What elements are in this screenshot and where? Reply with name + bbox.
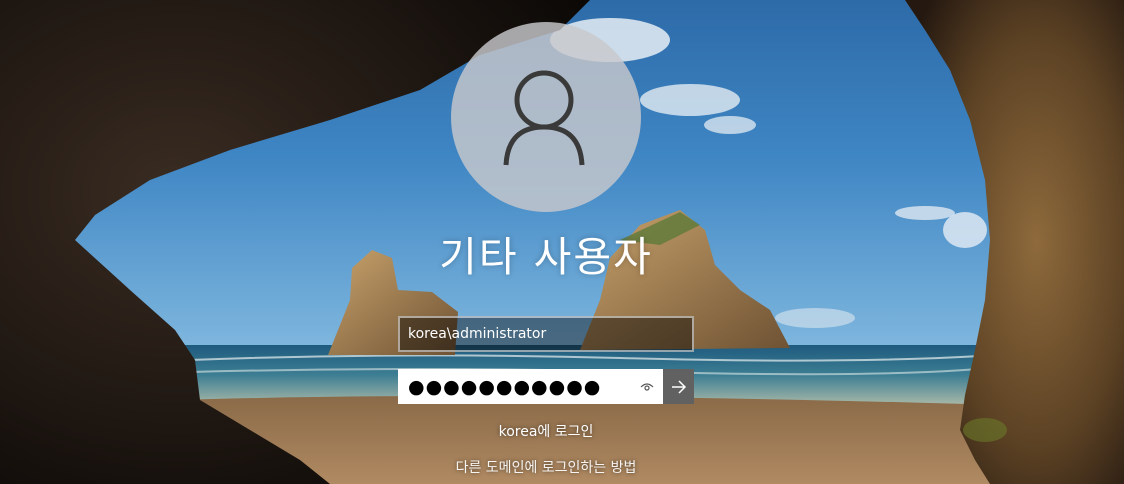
- arrow-right-icon: [671, 379, 686, 394]
- lock-screen: 기타 사용자 ●●●●●●●●●●● korea에 로그인 다른 도메인에 로그…: [0, 0, 1124, 484]
- reveal-password-button[interactable]: [633, 371, 661, 402]
- eye-icon: [640, 382, 654, 391]
- user-display-name: 기타 사용자: [439, 233, 653, 281]
- password-field[interactable]: ●●●●●●●●●●●: [398, 369, 694, 404]
- user-silhouette-icon: [503, 70, 585, 166]
- user-avatar: [451, 22, 641, 212]
- other-domain-signin-link[interactable]: 다른 도메인에 로그인하는 방법: [0, 457, 1092, 477]
- sign-in-domain-label: korea에 로그인: [498, 424, 594, 440]
- submit-arrow-button[interactable]: [661, 369, 694, 404]
- password-masked-value[interactable]: ●●●●●●●●●●●: [400, 371, 633, 402]
- username-input[interactable]: [398, 316, 694, 352]
